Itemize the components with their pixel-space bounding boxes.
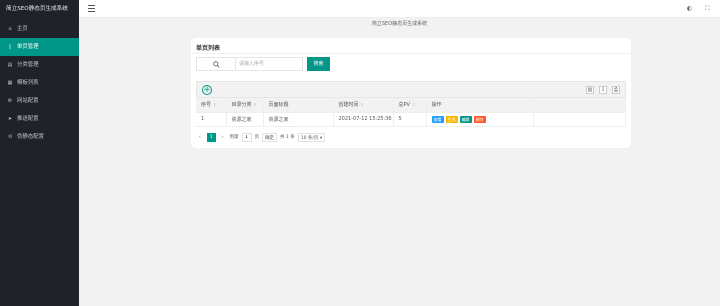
search-icon [212, 60, 220, 68]
total-count: 共 1 条 [280, 135, 295, 140]
sidebar-item-label: 单页管理 [17, 44, 39, 50]
theme-icon[interactable]: ◐ [686, 5, 693, 12]
template-icon: ▦ [7, 80, 13, 86]
settings-icon: ⚙ [7, 98, 13, 104]
sidebar-item-rewrite-config[interactable]: ⟲ 伪静态配置 [0, 128, 79, 146]
table-row: 1 资源之家 资源之家 2021-07-12 15:25:36 5 查看 生成 编辑… [196, 112, 626, 127]
view-button[interactable]: 查看 [431, 115, 444, 123]
search-input[interactable] [236, 57, 303, 71]
sort-icon: ⇕ [411, 102, 416, 108]
sidebar-item-label: 主页 [17, 26, 28, 32]
search-icon-box [196, 57, 236, 71]
current-page[interactable]: 1 [206, 132, 216, 142]
sidebar-item-home[interactable]: ⌂ 主页 [0, 20, 79, 38]
divider [191, 53, 631, 54]
cell-filler [533, 112, 626, 127]
app-title: 简立SEO静态页生成系统 [6, 6, 68, 12]
pagination: ‹ 1 › 到第 页 确定 共 1 条 10 条/页 ▾ [196, 132, 326, 142]
table-header-row: 序号 ⇕ 目录分类 ⇕ 页面标题 创建时间 ⇕ 总PV ⇕ 操作 [196, 98, 626, 113]
fullscreen-icon[interactable]: ⛶ [704, 5, 711, 12]
sidebar-item-label: 分类管理 [17, 62, 39, 68]
next-page-button[interactable]: › [219, 133, 227, 142]
page-table: 序号 ⇕ 目录分类 ⇕ 页面标题 创建时间 ⇕ 总PV ⇕ 操作 1 资源之家 资源之家… [196, 98, 626, 127]
push-icon: ➤ [7, 116, 13, 122]
goto-label: 到第 [229, 135, 239, 140]
cell-category: 资源之家 [226, 112, 264, 127]
edit-button[interactable]: 编辑 [459, 115, 472, 123]
sidebar-item-label: 网站配置 [17, 98, 39, 104]
cell-title: 资源之家 [263, 112, 334, 127]
menu-toggle-icon[interactable] [88, 5, 95, 12]
sidebar-nav: ⌂ 主页 ▯ 单页管理 ▤ 分类管理 ▦ 模板列表 ⚙ 网站配置 ➤ 推送配置 ⟲ 伪静态配置 [0, 20, 79, 146]
column-header: 操作 [426, 98, 534, 113]
export-icon[interactable]: ⇩ [599, 86, 607, 94]
top-header: ◐ ⛶ [79, 0, 720, 18]
cell-id: 1 [196, 112, 227, 127]
delete-button[interactable]: 删除 [473, 115, 486, 123]
sidebar-item-pages[interactable]: ▯ 单页管理 [0, 38, 79, 56]
sort-icon: ⇕ [253, 102, 257, 108]
columns-icon[interactable]: ▥ [586, 86, 594, 94]
sidebar-item-categories[interactable]: ▤ 分类管理 [0, 56, 79, 74]
sidebar-item-templates[interactable]: ▦ 模板列表 [0, 74, 79, 92]
table-toolbar: + ▥ ⇩ ⎙ [196, 81, 626, 98]
generate-button[interactable]: 生成 [445, 115, 458, 123]
sidebar-item-push-config[interactable]: ➤ 推送配置 [0, 110, 79, 128]
goto-confirm-button[interactable]: 确定 [262, 132, 277, 142]
sort-icon: ⇕ [360, 102, 364, 108]
column-header-filler [533, 98, 626, 113]
column-header: 页面标题 [263, 98, 334, 113]
cell-created: 2021-07-12 15:25:36 [333, 112, 394, 127]
card-title: 单页列表 [196, 45, 221, 52]
rewrite-icon: ⟲ [7, 134, 13, 140]
cell-actions: 查看 生成 编辑 删除 [426, 112, 534, 127]
page-size-select[interactable]: 10 条/页 ▾ [297, 132, 326, 142]
sidebar-item-label: 模板列表 [17, 80, 39, 86]
prev-page-button[interactable]: ‹ [196, 133, 204, 142]
home-icon: ⌂ [8, 26, 12, 32]
print-icon[interactable]: ⎙ [612, 86, 620, 94]
page-list-card: 单页列表 搜索 + ▥ ⇩ ⎙ 序号⇕ 目录分类⇕ 页面标题 创建时间⇕ 总PV… [191, 38, 631, 148]
column-header[interactable]: 总PV ⇕ [393, 98, 427, 113]
chevron-down-icon: ▾ [319, 135, 323, 141]
sort-icon: ⇕ [213, 102, 217, 108]
file-icon: ▯ [8, 44, 12, 50]
search-button[interactable]: 搜索 [307, 57, 330, 71]
add-icon[interactable]: + [202, 85, 212, 95]
column-header[interactable]: 目录分类 ⇕ [226, 98, 264, 113]
column-header[interactable]: 序号 ⇕ [196, 98, 227, 113]
sidebar: 简立SEO静态页生成系统 ⌂ 主页 ▯ 单页管理 ▤ 分类管理 ▦ 模板列表 ⚙ 网站配置… [0, 0, 79, 306]
sidebar-item-label: 推送配置 [17, 116, 39, 122]
sidebar-item-label: 伪静态配置 [17, 134, 44, 140]
goto-page-input[interactable] [241, 132, 252, 142]
page-unit: 页 [254, 135, 260, 140]
breadcrumb: 简立SEO静态页生成系统 [371, 21, 428, 27]
cell-pv: 5 [393, 112, 427, 127]
column-header[interactable]: 创建时间 ⇕ [333, 98, 394, 113]
sidebar-item-site-config[interactable]: ⚙ 网站配置 [0, 92, 79, 110]
category-icon: ▤ [7, 62, 13, 68]
